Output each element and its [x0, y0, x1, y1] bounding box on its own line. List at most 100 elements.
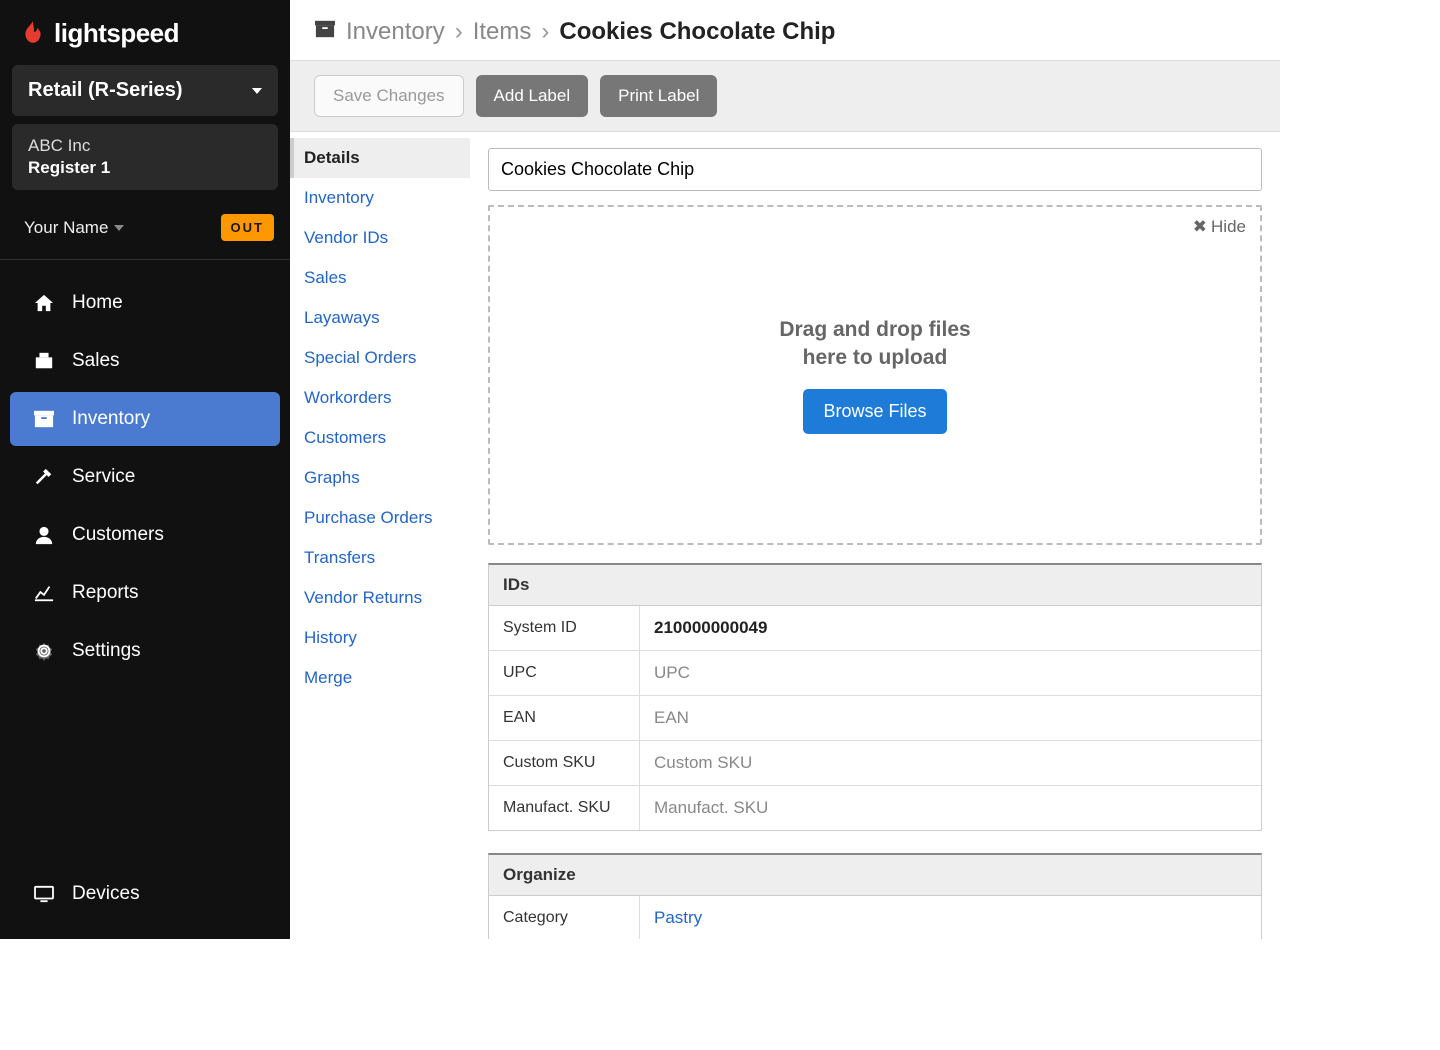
sidebar-item-label: Inventory [72, 408, 150, 430]
chevron-down-icon [114, 225, 124, 231]
out-badge[interactable]: OUT [221, 214, 274, 241]
crumb-root[interactable]: Inventory [346, 18, 445, 46]
breadcrumb: Inventory › Items › Cookies Chocolate Ch… [290, 0, 1280, 60]
field-label: Custom SKU [489, 742, 639, 784]
field-value [639, 741, 1261, 785]
browse-files-button[interactable]: Browse Files [803, 389, 946, 434]
sidebar-item-label: Sales [72, 350, 120, 372]
sidebar-item-service[interactable]: Service [10, 450, 280, 504]
item-name-input[interactable] [488, 148, 1262, 191]
sidebar-item-label: Reports [72, 582, 139, 604]
upc-input[interactable] [654, 663, 1247, 683]
field-label: System ID [489, 607, 639, 649]
table-row: EAN [489, 696, 1261, 741]
subnav-history[interactable]: History [290, 618, 470, 658]
subnav-layaways[interactable]: Layaways [290, 298, 470, 338]
ids-panel: IDs System ID210000000049UPCEANCustom SK… [488, 563, 1262, 831]
add-label-button[interactable]: Add Label [476, 75, 589, 117]
chevron-right-icon: › [541, 18, 549, 46]
subnav-merge[interactable]: Merge [290, 658, 470, 698]
table-row: UPC [489, 651, 1261, 696]
hammer-icon [32, 467, 56, 487]
user-icon [32, 525, 56, 545]
sidebar: lightspeed Retail (R-Series) ABC Inc Reg… [0, 0, 290, 939]
file-drop-zone[interactable]: ✖ Hide Drag and drop files here to uploa… [488, 205, 1262, 545]
subnav-details[interactable]: Details [290, 138, 470, 178]
home-icon [32, 293, 56, 313]
subnav-special-orders[interactable]: Special Orders [290, 338, 470, 378]
box-icon [314, 18, 336, 46]
flame-icon [20, 19, 46, 49]
close-icon: ✖ [1193, 217, 1207, 237]
panel-title: IDs [489, 565, 1261, 606]
sidebar-item-reports[interactable]: Reports [10, 566, 280, 620]
company-name: ABC Inc [28, 136, 262, 156]
devices-icon [32, 885, 56, 903]
hide-label: Hide [1211, 217, 1246, 237]
chevron-right-icon: › [455, 18, 463, 46]
user-row: Your Name OUT [0, 202, 290, 260]
content: ✖ Hide Drag and drop files here to uploa… [470, 132, 1280, 939]
main: Inventory › Items › Cookies Chocolate Ch… [290, 0, 1280, 939]
sidebar-item-sales[interactable]: Sales [10, 334, 280, 388]
field-label: UPC [489, 652, 639, 694]
chart-icon [32, 583, 56, 603]
hide-dropzone-button[interactable]: ✖ Hide [1193, 217, 1246, 237]
crumb-current: Cookies Chocolate Chip [559, 18, 835, 46]
sidebar-item-label: Customers [72, 524, 164, 546]
sidebar-item-home[interactable]: Home [10, 276, 280, 330]
sidebar-item-settings[interactable]: Settings [10, 624, 280, 678]
table-row: System ID210000000049 [489, 606, 1261, 651]
field-value [639, 786, 1261, 830]
panel-title: Organize [489, 855, 1261, 896]
subnav-purchase-orders[interactable]: Purchase Orders [290, 498, 470, 538]
register-icon [32, 351, 56, 371]
series-select[interactable]: Retail (R-Series) [12, 65, 278, 116]
organize-panel: Organize Category Pastry Brand [488, 853, 1262, 939]
toolbar: Save Changes Add Label Print Label [290, 60, 1280, 132]
chevron-down-icon [252, 88, 262, 94]
subnav-vendor-ids[interactable]: Vendor IDs [290, 218, 470, 258]
field-value [639, 651, 1261, 695]
sub-nav: DetailsInventoryVendor IDsSalesLayawaysS… [290, 132, 470, 939]
box-icon [32, 409, 56, 429]
gear-icon [32, 641, 56, 661]
sidebar-item-label: Service [72, 466, 135, 488]
sidebar-item-label: Settings [72, 640, 141, 662]
sidebar-item-devices[interactable]: Devices [10, 867, 280, 921]
ean-input[interactable] [654, 708, 1247, 728]
field-label: Category [489, 897, 639, 939]
sidebar-item-inventory[interactable]: Inventory [10, 392, 280, 446]
field-value: 210000000049 [639, 606, 1261, 650]
register-name: Register 1 [28, 158, 262, 178]
subnav-transfers[interactable]: Transfers [290, 538, 470, 578]
subnav-sales[interactable]: Sales [290, 258, 470, 298]
main-nav: Home Sales Inventory Service Customers Report… [0, 274, 290, 865]
brand-name: lightspeed [54, 18, 179, 49]
brand: lightspeed [0, 0, 290, 65]
user-name-label: Your Name [24, 218, 108, 238]
series-label: Retail (R-Series) [28, 79, 183, 102]
manufact-sku-input[interactable] [654, 798, 1247, 818]
company-box[interactable]: ABC Inc Register 1 [12, 124, 278, 190]
subnav-inventory[interactable]: Inventory [290, 178, 470, 218]
subnav-graphs[interactable]: Graphs [290, 458, 470, 498]
category-value[interactable]: Pastry [639, 896, 1261, 939]
custom-sku-input[interactable] [654, 753, 1247, 773]
sidebar-item-label: Devices [72, 883, 140, 905]
sidebar-item-customers[interactable]: Customers [10, 508, 280, 562]
crumb-mid[interactable]: Items [473, 18, 532, 46]
subnav-customers[interactable]: Customers [290, 418, 470, 458]
sidebar-item-label: Home [72, 292, 123, 314]
save-button[interactable]: Save Changes [314, 75, 464, 117]
user-menu[interactable]: Your Name [24, 218, 124, 238]
drop-instructions: Drag and drop files here to upload [779, 316, 970, 371]
field-value [639, 696, 1261, 740]
field-label: EAN [489, 697, 639, 739]
field-label: Manufact. SKU [489, 787, 639, 829]
table-row: Custom SKU [489, 741, 1261, 786]
subnav-vendor-returns[interactable]: Vendor Returns [290, 578, 470, 618]
print-label-button[interactable]: Print Label [600, 75, 717, 117]
table-row: Manufact. SKU [489, 786, 1261, 830]
subnav-workorders[interactable]: Workorders [290, 378, 470, 418]
